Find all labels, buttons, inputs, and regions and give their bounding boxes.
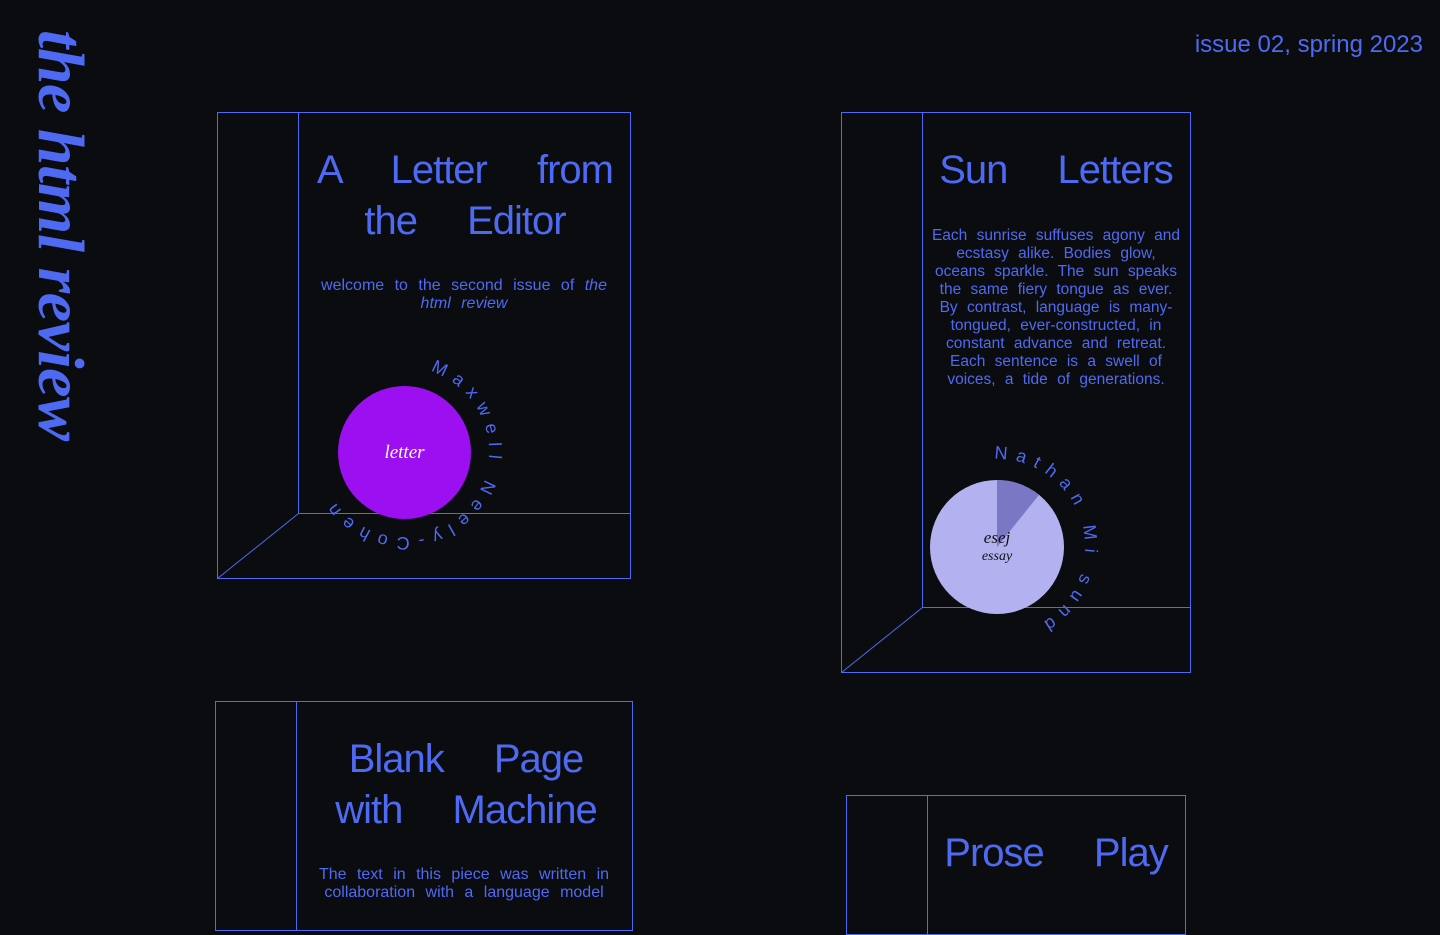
- card-sun-letters[interactable]: Sun Letters Each sunrise suffuses agony …: [841, 112, 1191, 673]
- card-title[interactable]: Prose Play: [932, 828, 1180, 879]
- badge-label-primary: esej: [983, 528, 1011, 547]
- card-title[interactable]: Blank Page with Machine: [307, 734, 625, 836]
- card-description: welcome to the second issue of the html …: [311, 277, 617, 313]
- card-title[interactable]: Sun Letters: [927, 145, 1185, 196]
- desc-text: welcome to the second issue of: [321, 277, 585, 294]
- site-title-text[interactable]: the html review: [24, 30, 97, 440]
- badge-label: letter: [384, 441, 425, 463]
- author-badge[interactable]: Maxwell Neely-Cohen letter: [294, 342, 514, 562]
- card-letter-from-editor[interactable]: A Letter from the Editor welcome to the …: [217, 112, 631, 579]
- essay-badge: esej essay: [930, 480, 1064, 614]
- issue-label: issue 02, spring 2023: [1194, 31, 1423, 58]
- badge-label-secondary: essay: [981, 549, 1013, 564]
- letter-badge: letter: [338, 386, 471, 519]
- card-title[interactable]: A Letter from the Editor: [307, 145, 623, 247]
- site-title[interactable]: the html review: [24, 30, 97, 550]
- card-description: Each sunrise suffuses agony and ecstasy …: [931, 227, 1181, 388]
- card-blank-page-with-machine[interactable]: Blank Page with Machine The text in this…: [215, 701, 633, 931]
- card-description: The text in this piece was written in co…: [318, 866, 610, 901]
- author-badge[interactable]: Nathan Mi sund esej essay: [887, 437, 1107, 657]
- card-prose-play[interactable]: Prose Play: [846, 795, 1186, 935]
